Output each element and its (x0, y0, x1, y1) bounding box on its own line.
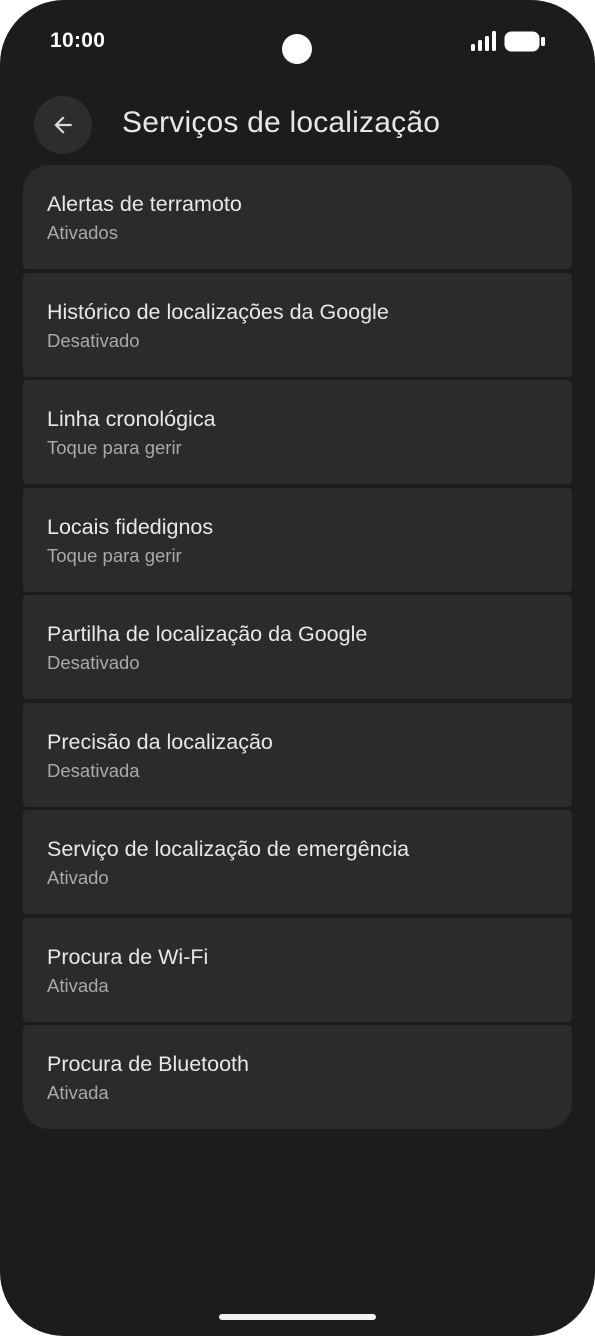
setting-emergency-location-service[interactable]: Serviço de localização de emergência Ati… (23, 810, 572, 914)
status-bar: 10:00 (0, 0, 595, 90)
setting-title: Linha cronológica (47, 407, 216, 431)
setting-title: Alertas de terramoto (47, 192, 242, 216)
setting-title: Histórico de localizações da Google (47, 299, 389, 324)
back-button[interactable] (34, 96, 92, 154)
setting-title: Precisão da localização (47, 729, 273, 754)
setting-wifi-scanning[interactable]: Procura de Wi-Fi Ativada (23, 917, 572, 1022)
setting-summary: Toque para gerir (47, 544, 182, 566)
page-title: Serviços de localização (122, 106, 441, 139)
setting-summary: Desativado (47, 329, 140, 351)
setting-bluetooth-scanning[interactable]: Procura de Bluetooth Ativada (23, 1025, 572, 1129)
setting-google-location-history[interactable]: Histórico de localizações da Google Desa… (23, 272, 572, 377)
setting-summary: Ativada (47, 974, 109, 996)
signal-icon (471, 31, 496, 51)
setting-summary: Toque para gerir (47, 437, 182, 458)
status-time: 10:00 (50, 29, 106, 52)
setting-summary: Ativado (47, 867, 109, 888)
setting-summary: Desativada (47, 759, 140, 781)
setting-title: Procura de Bluetooth (47, 1052, 249, 1076)
setting-summary: Ativados (47, 222, 118, 243)
arrow-back-icon (54, 116, 72, 134)
home-indicator[interactable] (219, 1314, 376, 1320)
camera-cutout (282, 34, 312, 64)
setting-google-location-sharing[interactable]: Partilha de localização da Google Desati… (23, 595, 572, 699)
setting-trusted-places[interactable]: Locais fidedignos Toque para gerir (23, 487, 572, 592)
setting-location-accuracy[interactable]: Precisão da localização Desativada (23, 702, 572, 807)
setting-summary: Desativado (47, 652, 140, 673)
setting-title: Locais fidedignos (47, 514, 214, 539)
settings-list: Alertas de terramoto Ativados Histórico … (23, 165, 572, 1129)
setting-earthquake-alerts[interactable]: Alertas de terramoto Ativados (23, 165, 572, 269)
app-bar: Serviços de localização (0, 96, 595, 156)
setting-timeline[interactable]: Linha cronológica Toque para gerir (23, 380, 572, 484)
battery-icon (504, 31, 545, 52)
setting-summary: Ativada (47, 1082, 109, 1103)
setting-title: Partilha de localização da Google (47, 622, 368, 646)
setting-title: Procura de Wi-Fi (47, 944, 209, 969)
setting-title: Serviço de localização de emergência (47, 837, 410, 861)
phone-screen: 10:00 Serviços de localização Alertas de… (0, 0, 595, 1336)
